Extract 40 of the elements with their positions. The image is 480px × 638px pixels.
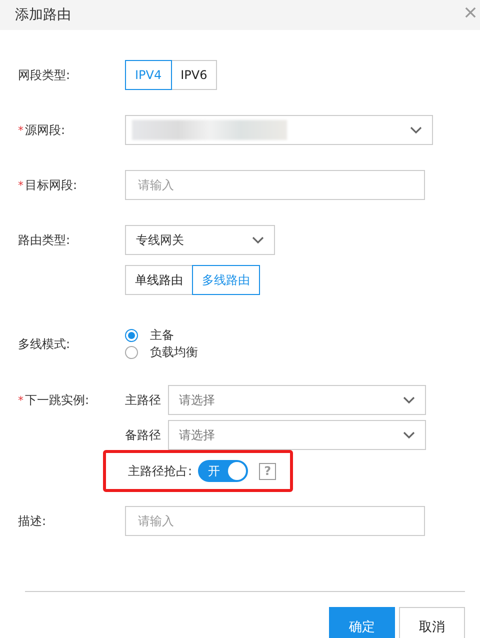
radio-label: 主备 [150,327,174,344]
chevron-down-icon [252,236,264,244]
segment-tab[interactable]: IPV4 [125,60,172,90]
field-label: 下一跳实例: [25,392,90,408]
path-label: 主路径 [125,392,162,408]
path-select[interactable]: 请选择 [168,420,426,450]
route-tab[interactable]: 多线路由 [192,265,260,295]
chevron-down-icon [410,126,422,134]
field-label: 目标网段: [25,176,78,194]
chevron-down-icon [403,396,415,404]
description-input[interactable]: 请输入 [125,506,425,536]
toggle-switch[interactable]: 开 [198,460,248,482]
radio-button[interactable] [125,346,138,359]
close-icon[interactable] [465,6,476,18]
field-label: 网段类型: [18,66,70,84]
confirm-button[interactable]: 确定 [329,607,395,638]
segment-tab[interactable]: IPV6 [170,60,218,90]
required-mark: * [18,124,24,136]
path-label: 备路径 [125,426,162,444]
chevron-down-icon [403,431,415,439]
route-type-select[interactable]: 专线网关 [125,225,275,255]
field-label: 多线模式: [18,336,70,352]
required-mark: * [18,178,24,192]
field-label: 描述: [18,512,46,530]
source-select[interactable] [125,115,433,145]
target-input[interactable]: 请输入 [125,170,425,200]
radio-label: 负载均衡 [150,344,198,361]
select-value: 专线网关 [136,232,184,248]
path-select[interactable]: 请选择 [168,385,426,415]
cancel-button[interactable]: 取消 [399,607,465,638]
preempt-label: 主路径抢占: [128,462,192,480]
select-placeholder: 请选择 [179,426,215,444]
field-label: 源网段: [25,122,66,138]
select-placeholder: 请选择 [179,392,215,408]
field-label: 路由类型: [18,232,70,248]
help-button[interactable]: ? [259,462,276,480]
radio-button[interactable] [125,329,138,342]
route-tab[interactable]: 单线路由 [125,265,193,295]
dialog-title: 添加路由 [15,6,71,24]
required-mark: * [18,394,24,406]
